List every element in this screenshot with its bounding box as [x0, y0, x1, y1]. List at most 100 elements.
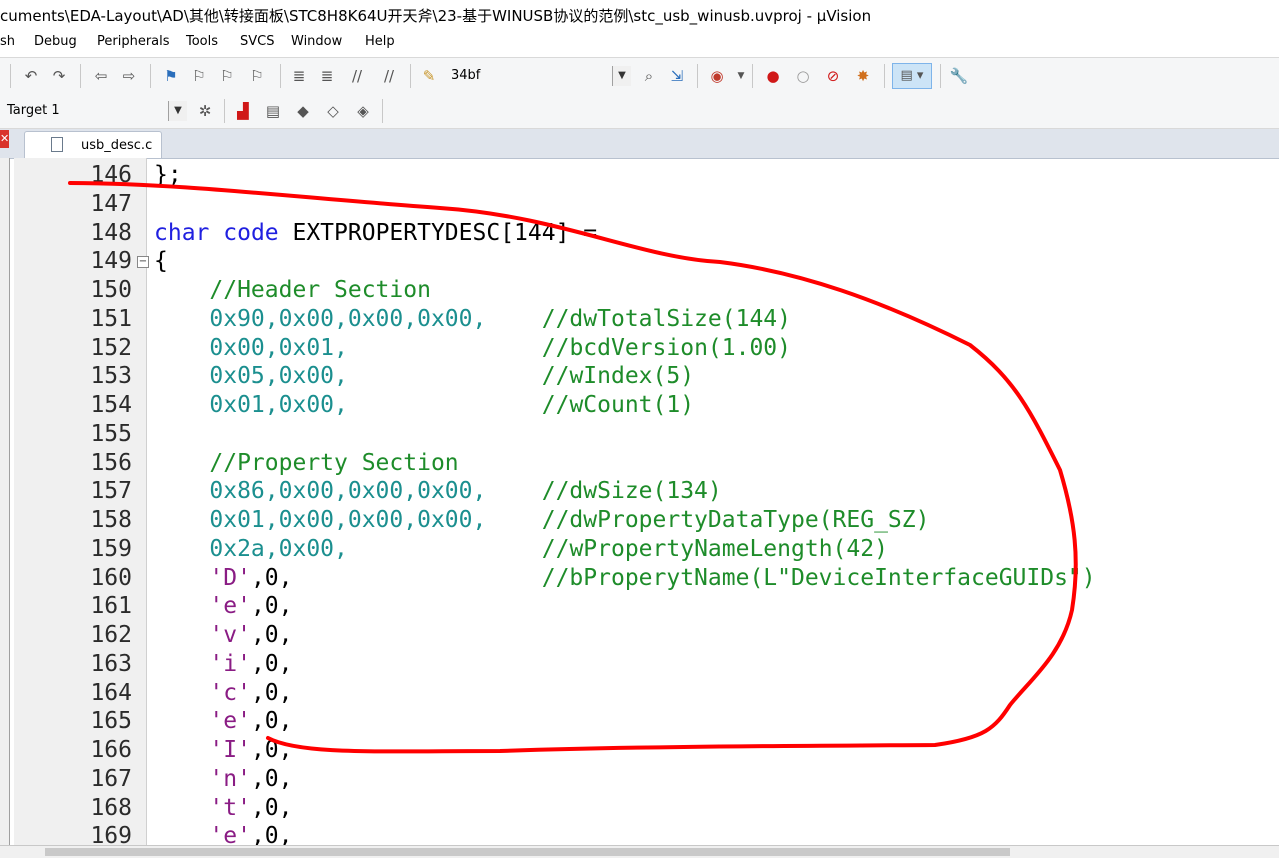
bookmark-clear-icon[interactable]: ⚐	[246, 65, 268, 87]
hex-literal-token: 0x90,0x00,0x00,0x00,	[209, 305, 487, 332]
window-layout-icon[interactable]: ▤ ▾	[892, 63, 932, 89]
find-icon[interactable]: ⌕	[638, 65, 660, 87]
line-number: 147	[90, 190, 132, 217]
pack-installer-icon[interactable]: ◈	[352, 100, 374, 122]
code-text: //Property Section	[154, 449, 458, 478]
code-line[interactable]: 167 'n',0,	[0, 765, 1279, 794]
find-in-files-icon[interactable]: ✎	[418, 65, 440, 87]
toolbar-separator	[382, 99, 383, 123]
bookmark-prev-icon[interactable]: ⚐	[188, 65, 210, 87]
menu-peripherals[interactable]: Peripherals	[97, 34, 170, 49]
undo-icon[interactable]: ↶	[20, 65, 42, 87]
code-line[interactable]: 165 'e',0,	[0, 707, 1279, 736]
menu-flash[interactable]: sh	[0, 34, 15, 49]
code-text: 0x90,0x00,0x00,0x00, //dwTotalSize(144)	[154, 305, 791, 334]
code-line[interactable]: 157 0x86,0x00,0x00,0x00, //dwSize(134)	[0, 477, 1279, 506]
toolbar-separator	[940, 64, 941, 88]
editor-tab-bar: usb_desc.c	[0, 129, 1279, 159]
code-text: 'n',0,	[154, 765, 292, 794]
keyword-token: char	[154, 219, 210, 246]
char-literal-token: 't'	[209, 794, 251, 821]
comment-icon[interactable]: //	[346, 65, 368, 87]
code-line[interactable]: 156 //Property Section	[0, 449, 1279, 478]
manage-components-icon[interactable]: ◆	[292, 100, 314, 122]
code-line[interactable]: 155	[0, 420, 1279, 449]
keyword-token: code	[223, 219, 279, 246]
hex-literal-token: 0x86,0x00,0x00,0x00,	[209, 478, 487, 505]
code-line[interactable]: 168 't',0,	[0, 794, 1279, 823]
code-line[interactable]: 148 char code EXTPROPERTYDESC[144] =	[0, 219, 1279, 248]
code-line[interactable]: 151 0x90,0x00,0x00,0x00, //dwTotalSize(1…	[0, 305, 1279, 334]
breakpoint-kill-all-icon[interactable]: ✸	[852, 65, 874, 87]
menu-debug[interactable]: Debug	[34, 34, 77, 49]
fold-toggle-icon[interactable]: −	[137, 256, 149, 269]
configure-icon[interactable]: 🔧	[948, 65, 970, 87]
code-line[interactable]: 149 {−	[0, 247, 1279, 276]
comment-token: //bProperytName(L"DeviceInterfaceGUIDs")	[541, 564, 1096, 591]
breakpoint-disable-all-icon[interactable]: ⊘	[822, 65, 844, 87]
code-text: char code EXTPROPERTYDESC[144] =	[154, 219, 597, 248]
chevron-down-icon[interactable]: ▼	[612, 66, 631, 86]
line-number: 167	[90, 765, 132, 792]
window-title: cuments\EDA-Layout\AD\其他\转接面板\STC8H8K64U…	[0, 7, 872, 25]
nav-back-icon[interactable]: ⇦	[90, 65, 112, 87]
code-line[interactable]: 166 'I',0,	[0, 736, 1279, 765]
separator-token: ,0,	[250, 679, 293, 706]
manage-project-items-icon[interactable]: ▟	[232, 100, 254, 122]
code-line[interactable]: 146};	[0, 161, 1279, 190]
debug-session-icon[interactable]: ◉	[706, 65, 728, 87]
code-line[interactable]: 162 'v',0,	[0, 621, 1279, 650]
indent-icon[interactable]: ≣	[288, 65, 310, 87]
code-text: 'v',0,	[154, 621, 292, 650]
target-combo-value: Target 1	[7, 103, 60, 118]
code-text: 'i',0,	[154, 650, 292, 679]
menu-help[interactable]: Help	[365, 34, 395, 49]
select-packs-icon[interactable]: ▤	[262, 100, 284, 122]
line-number: 163	[90, 650, 132, 677]
target-options-icon[interactable]: ✲	[194, 100, 216, 122]
code-text: };	[154, 161, 182, 190]
redo-icon[interactable]: ↷	[48, 65, 70, 87]
code-line[interactable]: 159 0x2a,0x00, //wPropertyNameLength(42)	[0, 535, 1279, 564]
line-number: 149	[90, 248, 132, 275]
bookmark-next-icon[interactable]: ⚐	[216, 65, 238, 87]
main-toolbar: ↶ ↷ ⇦ ⇨ ⚑ ⚐ ⚐ ⚐ ≣ ≣ // // ✎ 34bf ▼ ⌕ ⇲ ◉…	[0, 57, 1279, 95]
code-line[interactable]: 153 0x05,0x00, //wIndex(5)	[0, 362, 1279, 391]
comment-token: //Header Section	[209, 277, 431, 303]
find-combo[interactable]: 34bf ▼	[444, 65, 632, 87]
uncomment-icon[interactable]: //	[378, 65, 400, 87]
menu-tools[interactable]: Tools	[186, 34, 218, 49]
menu-svcs[interactable]: SVCS	[240, 34, 274, 49]
breakpoint-insert-icon[interactable]: ●	[762, 65, 784, 87]
line-number: 159	[90, 535, 132, 562]
breakpoint-disable-icon[interactable]: ○	[792, 65, 814, 87]
close-icon[interactable]: ✕	[0, 130, 9, 148]
code-line[interactable]: 163 'i',0,	[0, 650, 1279, 679]
code-line[interactable]: 160 'D',0, //bProperytName(L"DeviceInter…	[0, 564, 1279, 593]
horizontal-scrollbar[interactable]	[0, 845, 1279, 858]
menu-window[interactable]: Window	[291, 34, 342, 49]
unindent-icon[interactable]: ≣	[316, 65, 338, 87]
code-line[interactable]: 150 //Header Section	[0, 276, 1279, 305]
char-literal-token: 'e'	[209, 593, 251, 620]
find-combo-value: 34bf	[451, 68, 481, 83]
code-line[interactable]: 158 0x01,0x00,0x00,0x00, //dwPropertyDat…	[0, 506, 1279, 535]
char-literal-token: 'n'	[209, 765, 251, 792]
code-line[interactable]: 161 'e',0,	[0, 592, 1279, 621]
scrollbar-thumb[interactable]	[45, 848, 1010, 856]
line-number: 160	[90, 564, 132, 591]
incremental-find-icon[interactable]: ⇲	[666, 65, 688, 87]
bookmark-insert-icon[interactable]: ⚑	[160, 65, 182, 87]
comment-token: //dwSize(134)	[541, 478, 722, 505]
manage-runtime-icon[interactable]: ◇	[322, 100, 344, 122]
code-line[interactable]: 164 'c',0,	[0, 679, 1279, 708]
code-line[interactable]: 152 0x00,0x01, //bcdVersion(1.00)	[0, 334, 1279, 363]
chevron-down-icon[interactable]: ▼	[730, 65, 752, 87]
chevron-down-icon[interactable]: ▼	[168, 101, 187, 121]
line-number: 146	[90, 162, 132, 188]
tab-usb-desc[interactable]: usb_desc.c	[24, 131, 162, 158]
target-combo[interactable]: Target 1 ▼	[0, 100, 188, 122]
code-line[interactable]: 147	[0, 190, 1279, 219]
nav-forward-icon[interactable]: ⇨	[118, 65, 140, 87]
code-line[interactable]: 154 0x01,0x00, //wCount(1)	[0, 391, 1279, 420]
